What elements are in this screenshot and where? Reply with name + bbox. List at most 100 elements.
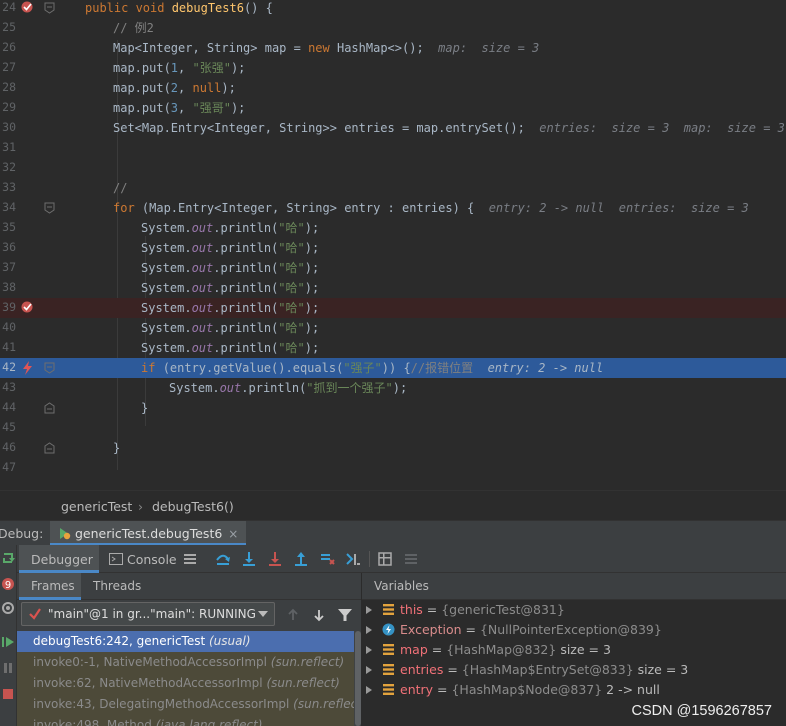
fold-marker-icon[interactable]: [44, 202, 55, 214]
line-number[interactable]: 28: [0, 80, 16, 94]
variable-row[interactable]: entry = {HashMap$Node@837} 2 -> null: [362, 680, 786, 700]
breadcrumb-class[interactable]: genericTest: [61, 499, 132, 514]
code-line[interactable]: 24 public void debugTest6() {: [0, 0, 786, 18]
thread-select[interactable]: "main"@1 in gr..."main": RUNNING: [21, 602, 275, 626]
line-number[interactable]: 31: [0, 140, 16, 154]
tab-frames[interactable]: Frames: [19, 573, 81, 600]
expand-arrow-icon[interactable]: [366, 646, 372, 654]
line-number[interactable]: 37: [0, 260, 16, 274]
line-number[interactable]: 34: [0, 200, 16, 214]
evaluate-expression-icon[interactable]: [377, 551, 393, 567]
line-number[interactable]: 45: [0, 420, 16, 434]
frame-item[interactable]: invoke:62, NativeMethodAccessorImpl (sun…: [17, 673, 354, 694]
variable-row[interactable]: entries = {HashMap$EntrySet@833} size = …: [362, 660, 786, 680]
drop-frame-icon[interactable]: [319, 551, 335, 567]
step-over-icon[interactable]: [215, 551, 231, 567]
code-line[interactable]: 45: [0, 418, 786, 438]
line-number[interactable]: 38: [0, 280, 16, 294]
frame-item[interactable]: invoke:498, Method (java.lang.reflect): [17, 715, 354, 726]
line-number[interactable]: 44: [0, 400, 16, 414]
code-editor[interactable]: 24 public void debugTest6() {25 // 例2 26 Map…: [0, 0, 786, 490]
debug-session-tab[interactable]: genericTest.debugTest6 ×: [50, 521, 247, 546]
code-line[interactable]: 46}: [0, 438, 786, 458]
exception-breakpoint-icon[interactable]: [20, 360, 36, 376]
line-number[interactable]: 39: [0, 300, 16, 314]
code-line[interactable]: 41 System.out.println("哈");: [0, 338, 786, 358]
frames-scrollbar[interactable]: [354, 631, 361, 726]
step-into-icon[interactable]: [241, 551, 257, 567]
settings-icon[interactable]: [1, 601, 15, 615]
current-execution-line[interactable]: 42 if (entry.getValue().equals("强子")) {//…: [0, 358, 786, 378]
line-number[interactable]: 35: [0, 220, 16, 234]
trace-icon[interactable]: [403, 551, 419, 567]
code-line[interactable]: 37 System.out.println("哈");: [0, 258, 786, 278]
code-line[interactable]: 43 System.out.println("抓到一个强子");: [0, 378, 786, 398]
line-number[interactable]: 32: [0, 160, 16, 174]
code-line[interactable]: 30 Set<Map.Entry<Integer, String>> entrie…: [0, 118, 786, 138]
code-line[interactable]: 33 //: [0, 178, 786, 198]
scrollbar-thumb[interactable]: [355, 631, 361, 726]
fold-marker-icon[interactable]: [44, 362, 55, 374]
line-number[interactable]: 25: [0, 20, 16, 34]
variable-row[interactable]: map = {HashMap@832} size = 3: [362, 640, 786, 660]
code-line[interactable]: 32: [0, 158, 786, 178]
code-line[interactable]: 26 Map<Integer, String> map = new HashMap…: [0, 38, 786, 58]
pause-icon[interactable]: [1, 661, 15, 675]
code-line[interactable]: 34 for (Map.Entry<Integer, String> entry …: [0, 198, 786, 218]
variable-row[interactable]: Exception = {NullPointerException@839}: [362, 620, 786, 640]
run-to-cursor-icon[interactable]: [345, 551, 361, 567]
line-number[interactable]: 36: [0, 240, 16, 254]
code-line[interactable]: 47: [0, 458, 786, 478]
line-number[interactable]: 47: [0, 460, 16, 474]
code-line[interactable]: 36 System.out.println("哈");: [0, 238, 786, 258]
line-number[interactable]: 40: [0, 320, 16, 334]
fold-marker-icon[interactable]: [44, 402, 55, 414]
expand-arrow-icon[interactable]: [366, 666, 372, 674]
code-line[interactable]: 28 map.put(2, null);: [0, 78, 786, 98]
expand-arrow-icon[interactable]: [366, 626, 372, 634]
code-line[interactable]: 35 System.out.println("哈");: [0, 218, 786, 238]
menu-lines-icon[interactable]: [182, 551, 198, 567]
fold-marker-icon[interactable]: [44, 442, 55, 454]
code-line[interactable]: 38 System.out.println("哈");: [0, 278, 786, 298]
breakpoint-icon[interactable]: [20, 0, 36, 16]
line-number[interactable]: 26: [0, 40, 16, 54]
line-number[interactable]: 24: [0, 0, 16, 14]
breakpoint-icon[interactable]: [20, 300, 36, 316]
line-number[interactable]: 29: [0, 100, 16, 114]
line-number[interactable]: 33: [0, 180, 16, 194]
rerun-icon[interactable]: [1, 551, 15, 565]
frame-item[interactable]: invoke:43, DelegatingMethodAccessorImpl …: [17, 694, 354, 715]
close-icon[interactable]: ×: [228, 527, 238, 541]
line-number[interactable]: 27: [0, 60, 16, 74]
code-line[interactable]: 25 // 例2: [0, 18, 786, 38]
filter-icon[interactable]: [337, 607, 353, 623]
line-number[interactable]: 43: [0, 380, 16, 394]
code-line[interactable]: 44}: [0, 398, 786, 418]
stop-icon[interactable]: [1, 687, 15, 701]
code-line[interactable]: 40 System.out.println("哈");: [0, 318, 786, 338]
expand-arrow-icon[interactable]: [366, 686, 372, 694]
arrow-down-icon[interactable]: [311, 607, 327, 623]
resume-program-icon[interactable]: [1, 635, 15, 649]
fold-marker-icon[interactable]: [44, 2, 55, 14]
line-number[interactable]: 30: [0, 120, 16, 134]
line-number[interactable]: 41: [0, 340, 16, 354]
code-line[interactable]: 31: [0, 138, 786, 158]
line-number[interactable]: 42: [0, 360, 16, 374]
arrow-up-icon[interactable]: [285, 607, 301, 623]
code-line[interactable]: 29 map.put(3, "强哥");: [0, 98, 786, 118]
force-step-into-icon[interactable]: [267, 551, 283, 567]
line-number[interactable]: 46: [0, 440, 16, 454]
expand-arrow-icon[interactable]: [366, 606, 372, 614]
frame-item[interactable]: invoke0:-1, NativeMethodAccessorImpl (su…: [17, 652, 354, 673]
tab-threads[interactable]: Threads: [87, 573, 147, 600]
variable-row[interactable]: this = {genericTest@831}: [362, 600, 786, 620]
code-line[interactable]: 27 map.put(1, "张强");: [0, 58, 786, 78]
frame-item[interactable]: debugTest6:242, genericTest (usual): [17, 631, 354, 652]
tab-console[interactable]: Console: [105, 545, 177, 573]
code-line[interactable]: 39 System.out.println("哈");: [0, 298, 786, 318]
breadcrumb-method[interactable]: debugTest6(): [152, 499, 234, 514]
resume-warning-icon[interactable]: 9: [1, 577, 15, 591]
step-out-icon[interactable]: [293, 551, 309, 567]
